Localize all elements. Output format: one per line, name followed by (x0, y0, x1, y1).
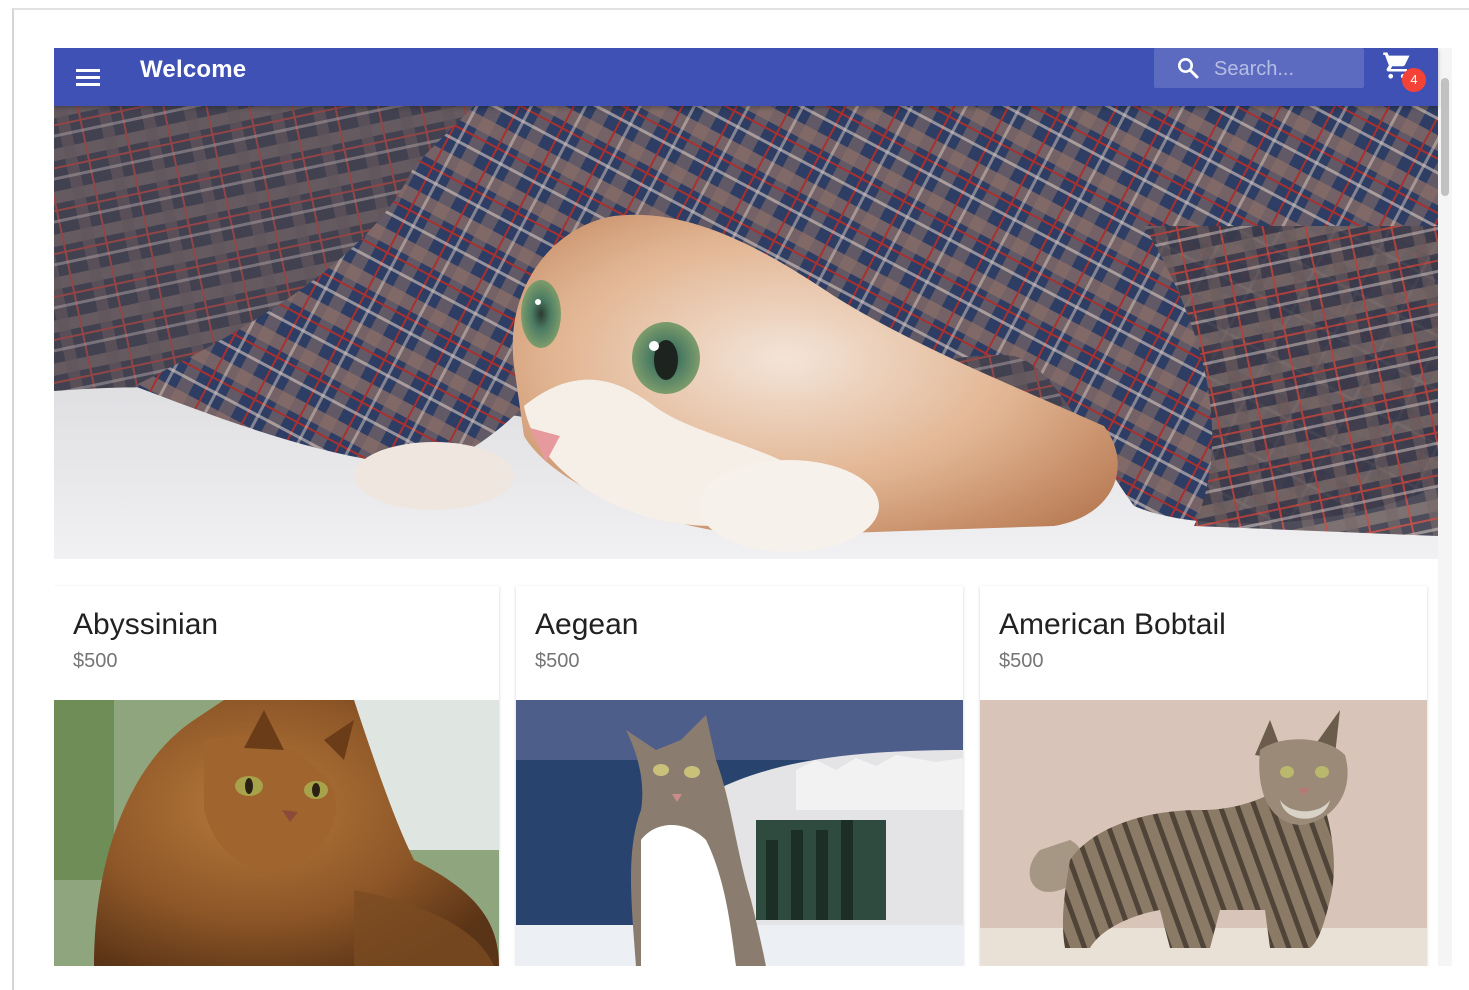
search-icon (1178, 58, 1199, 79)
search-box[interactable] (1154, 48, 1364, 88)
browser-frame: Welcome 4 (12, 8, 1469, 990)
product-name: American Bobtail (999, 608, 1226, 641)
cart-count-badge: 4 (1402, 68, 1426, 92)
aegean-cat-image[interactable] (516, 700, 963, 966)
search-input[interactable] (1212, 54, 1356, 84)
american-bobtail-cat-image[interactable] (980, 700, 1427, 966)
product-grid: Abyssinian $500 Aegean $500 American Bob… (54, 586, 1438, 966)
page-title: Welcome (140, 56, 247, 83)
app-bar: Welcome 4 (54, 48, 1438, 106)
hero-cat-image (54, 106, 1438, 559)
product-price: $500 (999, 650, 1044, 672)
product-name: Abyssinian (73, 608, 219, 641)
abyssinian-cat-image[interactable] (54, 700, 499, 966)
page-viewport: Welcome 4 (54, 48, 1452, 966)
product-card[interactable]: American Bobtail $500 (980, 586, 1427, 966)
product-card[interactable]: Abyssinian $500 (54, 586, 499, 966)
cart-button[interactable]: 4 (1380, 48, 1430, 94)
menu-icon[interactable] (74, 63, 102, 91)
product-price: $500 (73, 650, 118, 672)
product-card[interactable]: Aegean $500 (516, 586, 963, 966)
page-scrollbar[interactable] (1438, 48, 1452, 966)
scrollbar-thumb[interactable] (1441, 78, 1449, 196)
product-price: $500 (535, 650, 580, 672)
product-name: Aegean (535, 608, 639, 641)
